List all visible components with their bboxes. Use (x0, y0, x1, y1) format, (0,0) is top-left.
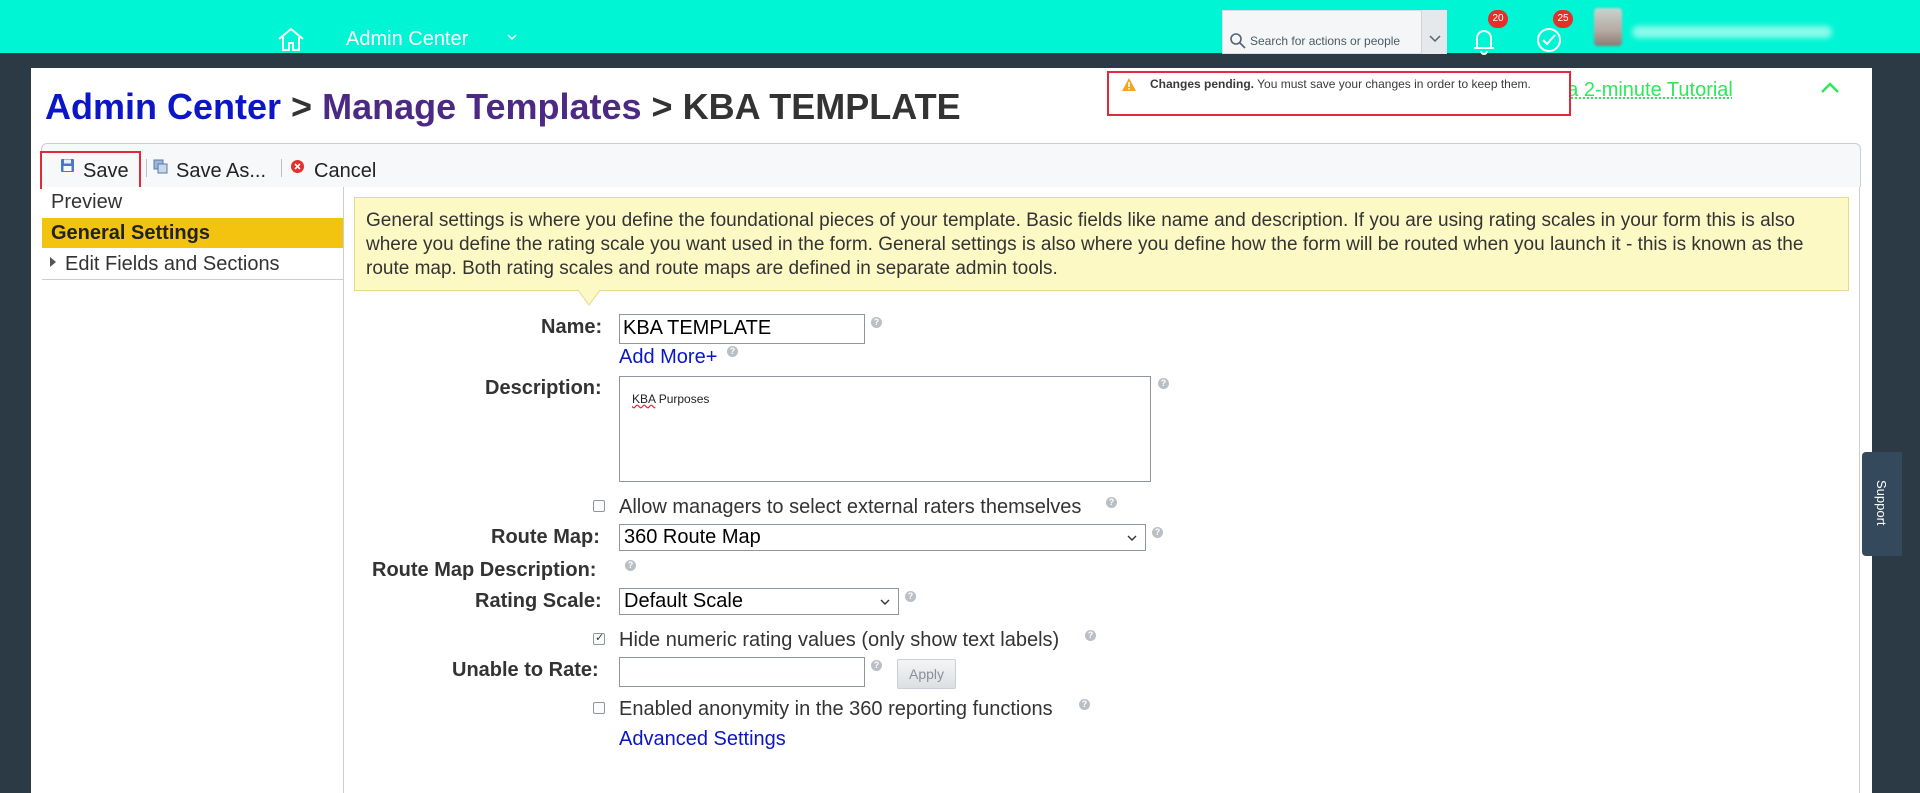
notice-message: You must save your changes in order to k… (1257, 77, 1531, 91)
search-scope-dropdown[interactable] (1421, 10, 1447, 54)
allow-external-raters-label: Allow managers to select external raters… (619, 496, 1082, 518)
unable-to-rate-field[interactable] (619, 657, 865, 687)
allow-external-raters-checkbox[interactable] (593, 500, 605, 512)
nav-divider (42, 279, 343, 280)
approvals-badge: 25 (1553, 10, 1573, 28)
expand-arrow-icon[interactable] (49, 256, 57, 268)
home-icon[interactable] (276, 26, 306, 52)
approval-check-icon[interactable] (1533, 24, 1565, 56)
search-icon (1230, 33, 1246, 49)
advanced-settings-link[interactable]: Advanced Settings (619, 728, 786, 751)
toolbar-divider (146, 159, 147, 177)
floppy-disk-icon (61, 159, 74, 172)
rating-scale-select[interactable]: Default Scale (619, 588, 899, 615)
search-placeholder: Search for actions or people (1250, 34, 1401, 48)
route-map-label: Route Map: (491, 526, 600, 548)
cancel-icon (291, 160, 304, 173)
app-title[interactable]: Admin Center (346, 28, 468, 51)
help-icon[interactable]: ? (727, 346, 738, 357)
hide-numeric-ratings-checkbox[interactable] (593, 631, 605, 645)
save-as-icon (153, 159, 168, 174)
description-text-part: Purposes (655, 392, 710, 406)
general-settings-help-box: General settings is where you define the… (354, 197, 1849, 291)
description-label: Description: (485, 377, 602, 399)
user-name-blurred[interactable] (1632, 26, 1832, 38)
help-icon[interactable]: ? (1152, 527, 1163, 538)
changes-pending-text: Changes pending. You must save your chan… (1150, 77, 1531, 91)
help-icon[interactable]: ? (871, 660, 882, 671)
notice-title: Changes pending. (1150, 77, 1255, 91)
notifications-badge: 20 (1488, 10, 1508, 28)
help-icon[interactable]: ? (1106, 497, 1117, 508)
enable-anonymity-label: Enabled anonymity in the 360 reporting f… (619, 698, 1053, 720)
route-map-description-label: Route Map Description: (372, 559, 597, 581)
help-icon[interactable]: ? (1158, 378, 1169, 389)
nav-item-general-settings[interactable]: General Settings (42, 218, 343, 248)
support-tab-label: Support (1874, 480, 1889, 526)
description-text-part: KBA (632, 392, 656, 406)
avatar[interactable] (1594, 8, 1622, 46)
breadcrumb-separator: > (291, 86, 313, 127)
help-icon[interactable]: ? (1085, 630, 1096, 641)
breadcrumb: Admin Center > Manage Templates > KBA TE… (45, 86, 961, 128)
chevron-down-icon (1127, 535, 1137, 541)
chevron-up-icon[interactable] (1820, 80, 1840, 94)
route-map-select[interactable]: 360 Route Map (619, 524, 1146, 551)
name-label: Name: (541, 316, 603, 338)
chevron-down-icon (880, 599, 890, 605)
apply-button[interactable]: Apply (897, 659, 956, 689)
warning-icon (1122, 78, 1136, 91)
chevron-down-icon (1429, 35, 1441, 43)
callout-tail (578, 290, 600, 306)
breadcrumb-separator: > (651, 86, 673, 127)
unable-to-rate-label: Unable to Rate: (452, 659, 599, 681)
cancel-button[interactable]: Cancel (314, 160, 376, 183)
toolbar-divider (281, 159, 282, 177)
rating-scale-selected-value: Default Scale (624, 590, 743, 612)
page-title: KBA TEMPLATE (682, 86, 961, 127)
description-field[interactable]: KBA Purposes (619, 376, 1151, 482)
breadcrumb-manage-templates[interactable]: Manage Templates (322, 86, 641, 127)
help-icon[interactable]: ? (871, 317, 882, 328)
nav-item-edit-fields-and-sections[interactable]: Edit Fields and Sections (42, 249, 343, 279)
nav-item-preview[interactable]: Preview (42, 187, 343, 217)
save-button[interactable]: Save (83, 160, 129, 183)
chevron-down-icon[interactable] (505, 30, 519, 44)
save-as-button[interactable]: Save As... (176, 160, 266, 183)
name-field[interactable]: KBA TEMPLATE (619, 314, 865, 344)
help-icon[interactable]: ? (625, 560, 636, 571)
hide-numeric-ratings-label: Hide numeric rating values (only show te… (619, 629, 1060, 651)
enable-anonymity-checkbox[interactable] (593, 702, 605, 714)
route-map-selected-value: 360 Route Map (624, 526, 761, 548)
breadcrumb-admin-center[interactable]: Admin Center (45, 86, 281, 127)
help-icon[interactable]: ? (1079, 699, 1090, 710)
help-icon[interactable]: ? (905, 591, 916, 602)
support-tab[interactable]: Support (1862, 452, 1902, 556)
rating-scale-label: Rating Scale: (475, 590, 602, 612)
bell-icon[interactable] (1468, 24, 1500, 56)
add-more-link[interactable]: Add More+ (619, 346, 717, 369)
